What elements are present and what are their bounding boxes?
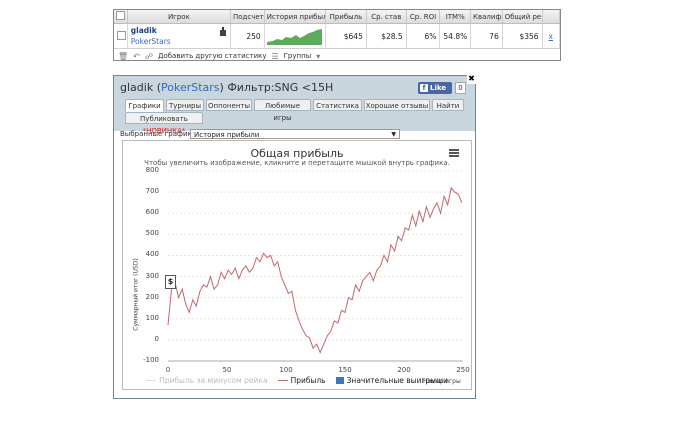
player-cell: gladik PokerStars <box>127 23 231 49</box>
fb-like-label: Like <box>430 84 447 92</box>
x-tick-label: 150 <box>338 366 352 374</box>
window-header: gladik (PokerStars) Фильтр:SNG <15H f Lik… <box>114 75 476 99</box>
close-icon[interactable]: ✖ <box>467 75 476 84</box>
col-avg-roi[interactable]: Ср. ROI <box>406 10 441 24</box>
count-cell: 250 <box>230 23 265 49</box>
player-site-link[interactable]: PokerStars <box>131 37 227 46</box>
sparkline-graph <box>266 29 322 45</box>
y-tick-label: 200 <box>145 292 159 301</box>
col-qualif[interactable]: Квалиф <box>470 10 503 24</box>
chart-menu-icon[interactable] <box>449 149 459 157</box>
legend-significant-box <box>335 377 344 384</box>
y-tick-label: 400 <box>145 250 159 259</box>
x-tick-label: 50 <box>222 366 232 374</box>
remove-row-link[interactable]: x <box>542 23 561 49</box>
col-itm[interactable]: ITM% <box>439 10 472 24</box>
chevron-down-icon[interactable]: ▾ <box>316 52 320 61</box>
window-title: gladik (PokerStars) Фильтр:SNG <15H <box>120 81 334 94</box>
title-player: gladik <box>120 81 154 94</box>
groups-menu[interactable]: Группы <box>284 52 312 60</box>
col-player[interactable]: Игрок <box>127 10 231 24</box>
avg-roi-cell: 6% <box>406 23 441 49</box>
select-all-checkbox[interactable] <box>114 10 128 24</box>
graph-select-value: История прибыли <box>194 131 260 139</box>
tab-statistics[interactable]: Статистика <box>313 99 362 111</box>
table-row: gladik PokerStars 250 $645 $28.5 6% 54.8… <box>114 23 561 49</box>
select-arrow-icon: ▼ <box>391 131 396 138</box>
y-tick-label: 600 <box>145 208 159 217</box>
row-checkbox[interactable] <box>114 23 128 49</box>
legend-profit[interactable]: Прибыль <box>277 376 326 385</box>
title-filter: Фильтр:SNG <15H <box>227 81 334 94</box>
y-tick-label: 0 <box>154 334 159 343</box>
tab-publish[interactable]: Публиковать *НОВИНКА* <box>125 112 203 135</box>
legend-rake-label: Прибыль за минусом рейка <box>159 376 268 385</box>
profit-cell: $645 <box>325 23 367 49</box>
chart-legend: Прибыль за минусом рейка Прибыль Значите… <box>123 376 471 385</box>
tab-favorite-games[interactable]: Любимые игры <box>254 99 311 122</box>
trash-icon[interactable]: 🗑 <box>118 52 128 61</box>
y-tick-label: -100 <box>143 356 159 364</box>
legend-profit-label: Прибыль <box>290 376 326 385</box>
player-window: gladik (PokerStars) Фильтр:SNG <15H f Lik… <box>113 75 476 399</box>
qualif-cell: 76 <box>470 23 503 49</box>
col-history[interactable]: История прибыл <box>264 10 326 24</box>
col-remove <box>542 10 561 24</box>
legend-significant[interactable]: Значительные выигрыши <box>335 376 448 385</box>
itm-cell: 54.8% <box>439 23 472 49</box>
x-tick-label: 200 <box>397 366 411 374</box>
history-sparkline[interactable] <box>264 23 326 49</box>
stats-header-row: Игрок Подсчет История прибыл Прибыль Ср.… <box>114 10 561 24</box>
title-site-link[interactable]: PokerStars <box>161 81 220 94</box>
tab-search[interactable]: Найти <box>432 99 464 111</box>
x-tick-label: 250 <box>456 366 470 374</box>
total-cell: $356 <box>502 23 543 49</box>
chain-icon: ☍ <box>144 51 153 61</box>
avg-stake-cell: $28.5 <box>366 23 407 49</box>
stats-panel: Игрок Подсчет История прибыл Прибыль Ср.… <box>113 9 561 61</box>
player-info-icon[interactable] <box>219 27 228 37</box>
legend-rake-line <box>146 380 157 381</box>
undo-icon[interactable]: ↶ <box>133 52 140 61</box>
y-tick-label: 800 <box>145 166 159 174</box>
fb-like-count: 0 <box>455 82 466 94</box>
x-tick-label: 0 <box>165 366 171 374</box>
legend-profit-line <box>277 380 288 381</box>
tab-reviews[interactable]: Хорошие отзывы <box>364 99 430 111</box>
tab-opponents[interactable]: Оппоненты <box>206 99 252 111</box>
tab-graphs[interactable]: Графики <box>125 99 164 112</box>
x-tick-label: 100 <box>279 366 293 374</box>
chart-canvas[interactable] <box>123 141 473 391</box>
col-avg-stake[interactable]: Ср. став <box>366 10 407 24</box>
y-tick-label: 500 <box>145 229 159 238</box>
col-profit[interactable]: Прибыль <box>325 10 367 24</box>
stats-table: Игрок Подсчет История прибыл Прибыль Ср.… <box>114 10 561 49</box>
col-total[interactable]: Общий ре <box>502 10 543 24</box>
stats-footer: 🗑 ↶ ☍ Добавить другую статистику ☰ Групп… <box>114 49 560 63</box>
col-count[interactable]: Подсчет <box>230 10 265 24</box>
profit-chart[interactable]: Общая прибыль Чтобы увеличить изображени… <box>122 140 472 390</box>
tabs-bar: Графики Турниры Оппоненты Любимые игры С… <box>114 99 475 135</box>
tab-tournaments[interactable]: Турниры <box>166 99 204 111</box>
y-tick-label: 300 <box>145 271 159 280</box>
lines-icon: ☰ <box>271 51 279 61</box>
y-tick-label: 100 <box>145 313 159 322</box>
dollar-icon[interactable]: $ <box>165 275 176 289</box>
publish-label: Публиковать <box>140 115 188 123</box>
facebook-icon: f <box>420 84 428 92</box>
chart-subtitle: Чтобы увеличить изображение, кликните и … <box>144 159 450 167</box>
legend-rake[interactable]: Прибыль за минусом рейка <box>146 376 268 385</box>
add-stats-link[interactable]: Добавить другую статистику <box>158 52 267 60</box>
legend-significant-label: Значительные выигрыши <box>346 376 448 385</box>
series-line-profit[interactable] <box>167 186 463 354</box>
facebook-like-button[interactable]: f Like <box>418 82 452 94</box>
graph-selector-label: Выбранные графики: <box>120 130 199 138</box>
graph-select[interactable]: История прибыли ▼ <box>190 129 400 139</box>
y-tick-label: 700 <box>145 187 159 196</box>
player-name-link[interactable]: gladik <box>131 26 227 35</box>
